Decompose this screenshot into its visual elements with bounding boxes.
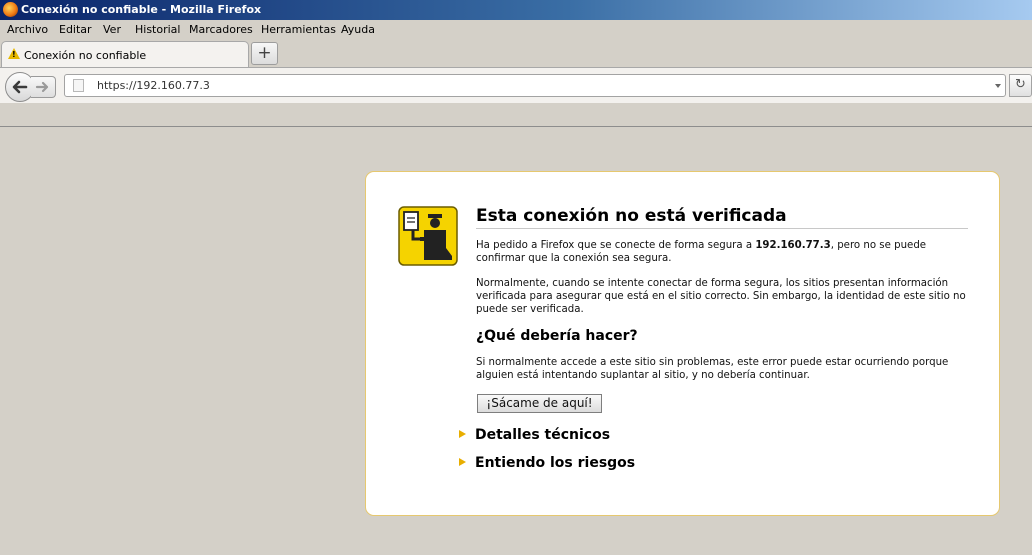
forward-button[interactable] xyxy=(31,76,56,98)
menu-ayuda[interactable]: Ayuda xyxy=(341,23,375,36)
back-arrow-icon xyxy=(12,80,28,94)
toolbar-separator xyxy=(0,126,1032,127)
paragraph-explanation: Normalmente, cuando se intente conectar … xyxy=(476,278,966,315)
window-title: Conexión no confiable - Mozilla Firefox xyxy=(21,3,262,16)
menu-historial[interactable]: Historial xyxy=(135,23,180,36)
technical-details-expander[interactable]: Detalles técnicos xyxy=(459,427,610,443)
what-to-do-heading: ¿Qué debería hacer? xyxy=(476,328,638,344)
get-me-out-button[interactable]: ¡Sácame de aquí! xyxy=(477,394,602,413)
tab-strip: ! Conexión no confiable + xyxy=(0,40,1032,67)
history-dropdown-icon[interactable] xyxy=(995,84,1001,88)
menu-ver[interactable]: Ver xyxy=(103,23,121,36)
firefox-icon xyxy=(3,2,18,17)
reload-button[interactable]: ↻ xyxy=(1009,74,1032,97)
expand-triangle-icon xyxy=(459,458,466,466)
address-bar[interactable]: https://192.160.77.3 xyxy=(64,74,1006,97)
menu-editar[interactable]: Editar xyxy=(59,23,92,36)
navigation-bar: https://192.160.77.3 ↻ xyxy=(0,67,1032,103)
menu-archivo[interactable]: Archivo xyxy=(7,23,48,36)
understand-risks-expander[interactable]: Entiendo los riesgos xyxy=(459,455,635,471)
menu-herramientas[interactable]: Herramientas xyxy=(261,23,336,36)
error-container: Esta conexión no está verificada Ha pedi… xyxy=(365,171,1000,516)
page-icon xyxy=(73,79,84,92)
title-bar: Conexión no confiable - Mozilla Firefox xyxy=(0,0,1032,20)
expand-triangle-icon xyxy=(459,430,466,438)
new-tab-button[interactable]: + xyxy=(251,42,278,65)
paragraph-request: Ha pedido a Firefox que se conecte de fo… xyxy=(476,240,927,264)
paragraph-advice: Si normalmente accede a este sitio sin p… xyxy=(476,357,949,381)
tab-conexion-no-confiable[interactable]: ! Conexión no confiable xyxy=(1,41,249,67)
title-divider xyxy=(476,228,968,229)
menu-marcadores[interactable]: Marcadores xyxy=(189,23,253,36)
tab-label: Conexión no confiable xyxy=(24,49,147,62)
menu-bar: Archivo Editar Ver Historial Marcadores … xyxy=(0,20,1032,40)
url-text[interactable]: https://192.160.77.3 xyxy=(97,79,210,92)
forward-arrow-icon xyxy=(35,81,49,93)
certificate-guard-icon xyxy=(398,206,458,266)
reload-icon: ↻ xyxy=(1015,77,1026,92)
error-title: Esta conexión no está verificada xyxy=(476,206,787,226)
host-name: 192.160.77.3 xyxy=(755,240,831,251)
